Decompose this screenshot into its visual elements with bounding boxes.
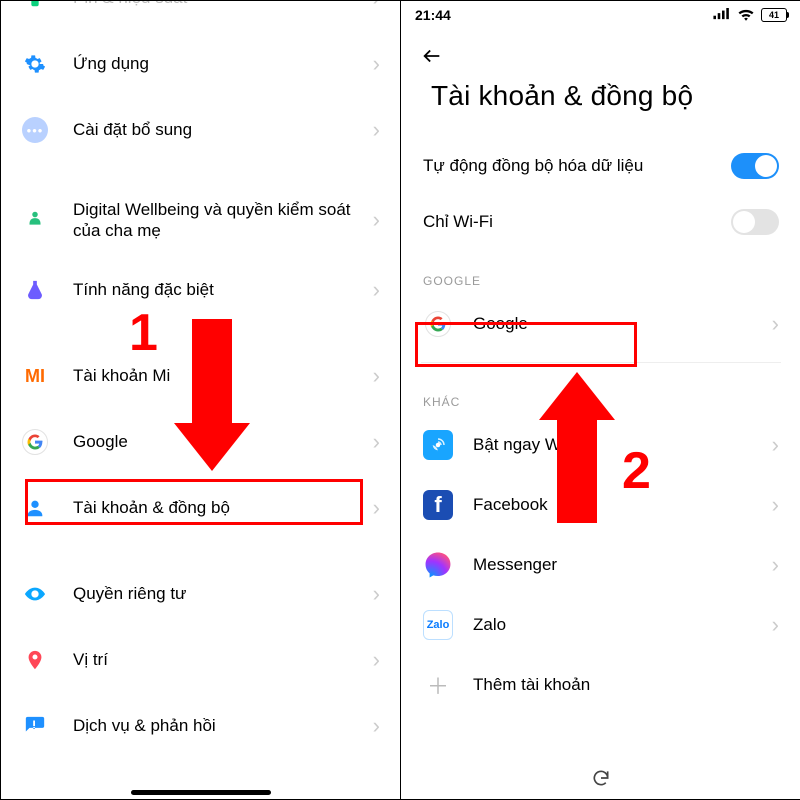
settings-row-label: Pin & hiệu suất: [73, 1, 373, 8]
account-row-label: Thêm tài khoản: [473, 675, 779, 695]
chevron-right-icon: ›: [373, 581, 380, 607]
section-header-google: GOOGLE: [401, 250, 800, 294]
status-time: 21:44: [415, 7, 451, 23]
annotation-box-1: [25, 479, 363, 525]
settings-row-label: Dịch vụ & phản hồi: [73, 716, 373, 736]
chevron-right-icon: ›: [373, 117, 380, 143]
settings-row-privacy[interactable]: Quyền riêng tư ›: [1, 561, 400, 627]
battery-icon: 41: [761, 8, 787, 22]
toggle-row-wifi-only[interactable]: Chỉ Wi-Fi: [401, 194, 800, 250]
page-title: Tài khoản & đồng bộ: [401, 80, 800, 138]
home-indicator[interactable]: [131, 790, 271, 795]
settings-row-special[interactable]: Tính năng đặc biệt ›: [1, 257, 400, 323]
flask-icon: [21, 276, 49, 304]
chevron-right-icon: ›: [373, 713, 380, 739]
settings-row-location[interactable]: Vị trí ›: [1, 627, 400, 693]
google-icon: [21, 428, 49, 456]
chevron-right-icon: ›: [772, 552, 779, 578]
account-row-label: Messenger: [473, 555, 772, 575]
chevron-right-icon: ›: [772, 612, 779, 638]
toggle-label: Chỉ Wi-Fi: [423, 212, 731, 232]
facebook-icon: f: [423, 490, 453, 520]
messenger-icon: [423, 550, 453, 580]
wifi-icon: [737, 7, 755, 24]
sync-icon[interactable]: [591, 768, 611, 793]
annotation-box-2: [415, 322, 637, 367]
settings-row-wellbeing[interactable]: Digital Wellbeing và quyền kiểm soát của…: [1, 183, 400, 257]
status-bar: 21:44 41: [401, 1, 800, 29]
chevron-right-icon: ›: [373, 1, 380, 11]
settings-row-label: Vị trí: [73, 650, 373, 670]
chevron-right-icon: ›: [373, 429, 380, 455]
battery-icon: [21, 1, 49, 12]
chevron-right-icon: ›: [772, 311, 779, 337]
chevron-right-icon: ›: [373, 277, 380, 303]
settings-row-extra[interactable]: ••• Cài đặt bổ sung ›: [1, 97, 400, 163]
back-button[interactable]: [401, 29, 800, 80]
settings-row-label: Quyền riêng tư: [73, 584, 373, 604]
chevron-right-icon: ›: [772, 432, 779, 458]
settings-row-label: Ứng dụng: [73, 54, 373, 74]
account-row-zalo[interactable]: Zalo Zalo ›: [401, 595, 800, 655]
account-row-add[interactable]: ＋ Thêm tài khoản: [401, 655, 800, 715]
settings-row-label: Tính năng đặc biệt: [73, 280, 373, 300]
wifi-app-icon: [423, 430, 453, 460]
signal-icon: [713, 7, 731, 23]
chevron-right-icon: ›: [772, 492, 779, 518]
settings-row-apps[interactable]: Ứng dụng ›: [1, 31, 400, 97]
plus-icon: ＋: [423, 670, 453, 700]
autosync-toggle[interactable]: [731, 153, 779, 179]
feedback-icon: [21, 712, 49, 740]
eye-icon: [21, 580, 49, 608]
settings-row-label: Digital Wellbeing và quyền kiểm soát của…: [73, 199, 373, 242]
chevron-right-icon: ›: [373, 206, 380, 234]
chevron-right-icon: ›: [373, 51, 380, 77]
annotation-arrow-up: [537, 372, 617, 522]
zalo-icon: Zalo: [423, 610, 453, 640]
pane-divider: [400, 1, 401, 799]
settings-row-battery[interactable]: Pin & hiệu suất ›: [1, 1, 400, 31]
chevron-right-icon: ›: [373, 363, 380, 389]
toggle-label: Tự động đồng bộ hóa dữ liệu: [423, 156, 731, 176]
mi-logo-icon: MI: [21, 362, 49, 390]
dots-icon: •••: [21, 116, 49, 144]
chevron-right-icon: ›: [373, 495, 380, 521]
account-row-label: Zalo: [473, 615, 772, 635]
settings-row-feedback[interactable]: Dịch vụ & phản hồi ›: [1, 693, 400, 759]
account-row-messenger[interactable]: Messenger ›: [401, 535, 800, 595]
gear-icon: [21, 50, 49, 78]
chevron-right-icon: ›: [373, 647, 380, 673]
wifi-only-toggle[interactable]: [731, 209, 779, 235]
annotation-number-2: 2: [622, 441, 651, 501]
settings-row-label: Cài đặt bổ sung: [73, 120, 373, 140]
annotation-number-1: 1: [129, 303, 158, 363]
wellbeing-icon: [21, 206, 49, 234]
annotation-arrow-down: [172, 319, 252, 469]
location-icon: [21, 646, 49, 674]
toggle-row-autosync[interactable]: Tự động đồng bộ hóa dữ liệu: [401, 138, 800, 194]
